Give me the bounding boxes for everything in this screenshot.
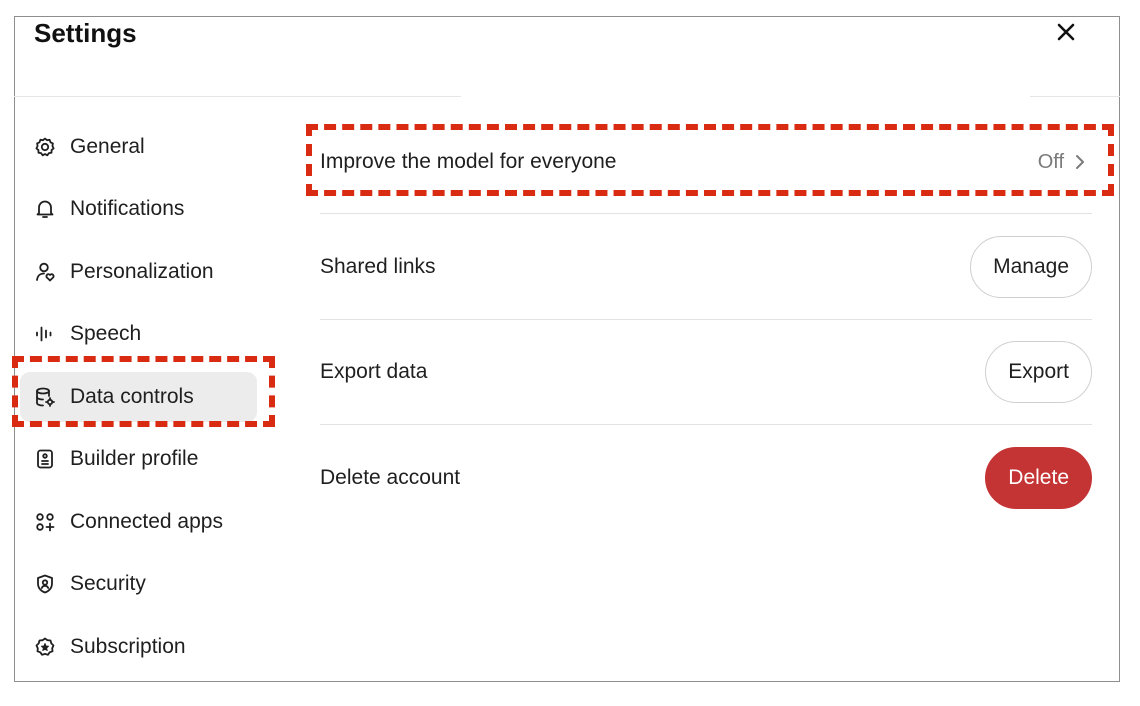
shield-icon xyxy=(34,573,56,595)
sidebar-item-general[interactable]: General xyxy=(20,122,257,172)
delete-account-row: Delete account Delete xyxy=(320,447,1092,509)
row-divider xyxy=(320,319,1092,320)
improve-model-row[interactable]: Improve the model for everyone Off xyxy=(320,138,1092,186)
shared-links-label: Shared links xyxy=(320,255,436,278)
bell-icon xyxy=(34,198,56,220)
sidebar-item-label: Subscription xyxy=(70,635,186,658)
header-divider xyxy=(14,96,461,97)
delete-account-label: Delete account xyxy=(320,466,461,489)
sidebar-item-label: Personalization xyxy=(70,260,214,283)
improve-model-label: Improve the model for everyone xyxy=(320,150,617,173)
improve-model-toggle[interactable]: Off xyxy=(1038,151,1086,174)
export-data-label: Export data xyxy=(320,360,428,383)
sidebar-item-label: Security xyxy=(70,572,146,595)
sidebar-item-security[interactable]: Security xyxy=(20,559,257,609)
improve-model-value: Off xyxy=(1037,150,1064,173)
close-button[interactable] xyxy=(1050,16,1082,48)
sidebar-item-notifications[interactable]: Notifications xyxy=(20,184,257,234)
header-divider xyxy=(1030,96,1120,97)
sidebar-item-data-controls[interactable]: Data controls xyxy=(20,372,257,422)
database-gear-icon xyxy=(34,386,56,408)
delete-button[interactable]: Delete xyxy=(985,447,1092,509)
sidebar-item-label: Builder profile xyxy=(70,447,199,470)
export-button[interactable]: Export xyxy=(985,341,1092,403)
export-data-row: Export data Export xyxy=(320,341,1092,403)
badge-icon xyxy=(34,636,56,658)
apps-grid-icon xyxy=(34,511,56,533)
row-divider xyxy=(320,213,1092,214)
sidebar-item-label: General xyxy=(70,135,145,158)
shared-links-row: Shared links Manage xyxy=(320,236,1092,298)
chevron-right-icon xyxy=(1076,155,1084,169)
person-heart-icon xyxy=(34,261,56,283)
sidebar-item-builder-profile[interactable]: Builder profile xyxy=(20,434,257,484)
sidebar-item-label: Connected apps xyxy=(70,510,223,533)
sidebar-item-label: Speech xyxy=(70,322,142,345)
sidebar-item-label: Notifications xyxy=(70,197,185,220)
waveform-icon xyxy=(34,323,56,345)
row-divider xyxy=(320,424,1092,425)
sidebar-item-speech[interactable]: Speech xyxy=(20,309,257,359)
close-icon xyxy=(1057,23,1075,41)
gear-icon xyxy=(34,136,56,158)
manage-button[interactable]: Manage xyxy=(970,236,1092,298)
sidebar-item-subscription[interactable]: Subscription xyxy=(20,622,257,672)
sidebar-item-label: Data controls xyxy=(70,385,194,408)
dialog-title: Settings xyxy=(34,18,137,48)
sidebar-item-personalization[interactable]: Personalization xyxy=(20,247,257,297)
id-card-icon xyxy=(34,448,56,470)
sidebar-item-connected-apps[interactable]: Connected apps xyxy=(20,497,257,547)
